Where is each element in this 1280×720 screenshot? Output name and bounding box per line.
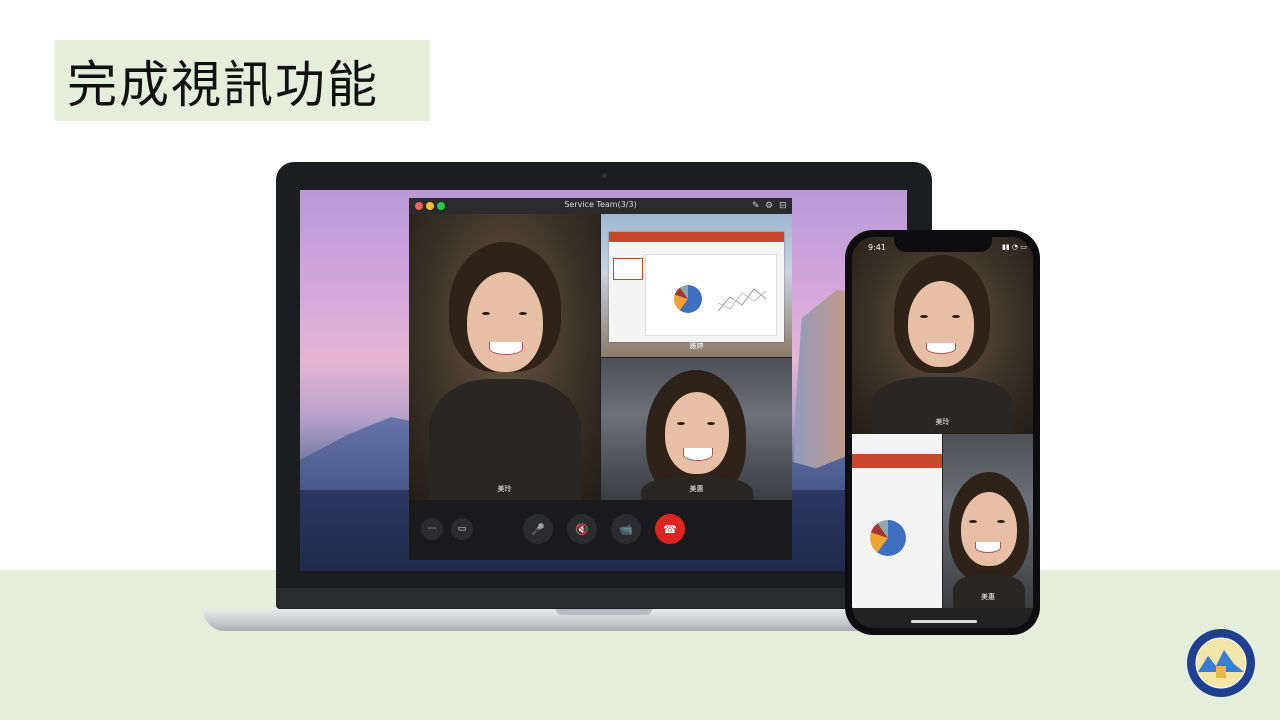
slide-title-box: 完成視訊功能 [55,40,430,121]
phone-hangup-icon: ☎ [663,522,677,536]
phone-video-tile-main[interactable]: 美玲 [852,237,1033,433]
status-signal-icon: ▮▮ ◔ ▭ [1002,243,1027,251]
slide-title: 完成視訊功能 [67,55,379,114]
speaker-mute-icon: 🔇 [575,522,589,536]
shared-presentation [609,232,784,342]
video-tile-screen-share[interactable]: 雅婷 [601,214,792,357]
pie-chart-graphic [870,520,906,556]
slide-thumbnail [613,258,643,280]
share-screen-button[interactable]: ▭ [451,518,473,540]
participant-name: 美玲 [935,418,950,426]
microphone-button[interactable]: 🎤 [523,514,553,544]
camera-toggle-button[interactable]: 📹 [611,514,641,544]
phone-video-tile-third[interactable]: 美惠 [943,434,1033,608]
window-titlebar: Service Team(3/3) ✎ ⚙ ⊟ [409,198,792,214]
participant-name: 美玲 [497,485,512,493]
presentation-ribbon [609,232,784,242]
camera-off-icon: 📹 [619,522,633,536]
hang-up-button[interactable]: ☎ [655,514,685,544]
phone-video-tile-screen-share[interactable] [852,434,942,608]
speaker-mute-button[interactable]: 🔇 [567,514,597,544]
phone-notch [894,232,992,252]
call-controls: ⋯ ▭ 🎤 🔇 📹 ☎ [409,500,792,560]
video-tile-main[interactable]: 美玲 [409,214,600,500]
participant-name: 美惠 [981,593,995,601]
gear-icon[interactable]: ⚙ [765,200,773,212]
phone-screen: 美玲 美惠 [852,237,1033,628]
pie-chart-graphic [674,285,702,313]
microphone-icon: 🎤 [531,522,545,536]
participant-name: 美惠 [689,485,704,493]
status-time: 9:41 [868,243,886,252]
participant-name: 雅婷 [689,342,704,350]
video-tile-third[interactable]: 美惠 [601,358,792,500]
more-icon: ⋯ [427,524,437,534]
laptop-notch [556,609,652,615]
pin-icon[interactable]: ✎ [752,200,760,212]
presentation-ribbon [852,454,942,468]
laptop-chin [276,588,932,608]
university-seal-logo [1187,629,1255,697]
laptop-camera [602,173,607,178]
line-chart-graphic [718,288,767,312]
home-indicator[interactable] [911,620,977,623]
slide-canvas [645,254,777,336]
layout-icon[interactable]: ⊟ [779,200,787,212]
window-title: Service Team(3/3) [564,200,637,209]
screen-share-icon: ▭ [457,524,467,534]
video-call-window: Service Team(3/3) ✎ ⚙ ⊟ 美玲 雅婷 美惠 ⋯ ▭ 🎤 🔇… [409,198,792,560]
more-options-button[interactable]: ⋯ [421,518,443,540]
